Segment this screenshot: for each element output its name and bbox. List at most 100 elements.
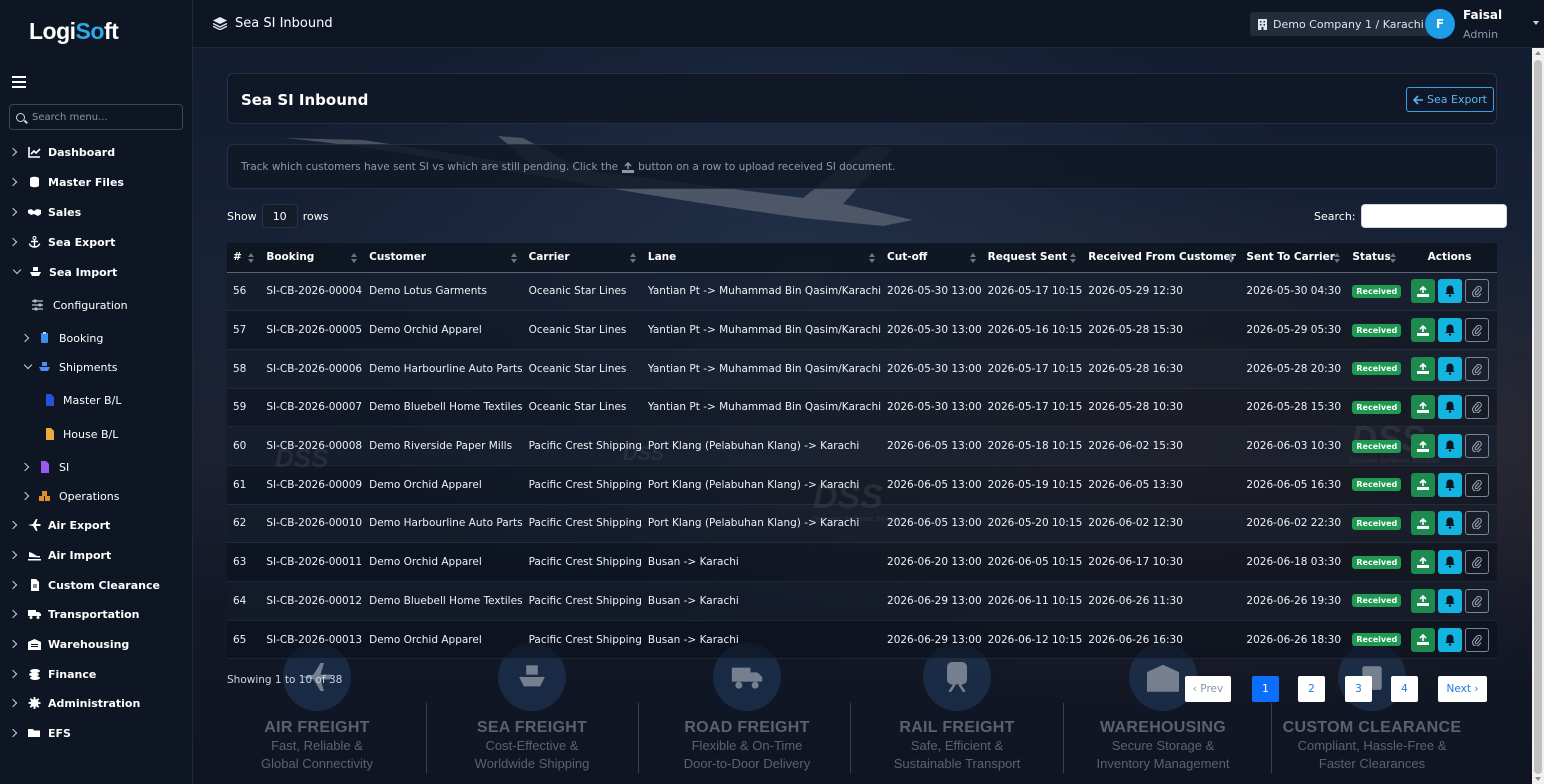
reminder-button[interactable] xyxy=(1437,318,1462,343)
col-header-cutoff[interactable]: Cut-off xyxy=(881,243,982,273)
cell-cutoff: 2026-05-30 13:00 xyxy=(881,349,982,389)
scroll-down-arrow-icon[interactable] xyxy=(1535,777,1541,781)
reminder-button[interactable] xyxy=(1437,395,1462,420)
scrollbar-thumb[interactable] xyxy=(1534,60,1542,774)
col-header-booking[interactable]: Booking xyxy=(260,243,364,273)
reminder-button[interactable] xyxy=(1437,550,1462,575)
sidebar-item-air-import[interactable]: Air Import xyxy=(0,541,193,569)
pagination-page-1[interactable]: 1 xyxy=(1252,676,1279,702)
sidebar-search[interactable] xyxy=(9,104,183,130)
upload-si-button[interactable] xyxy=(1410,627,1435,652)
bell-icon xyxy=(1444,401,1455,414)
attachment-button[interactable] xyxy=(1464,511,1489,536)
upload-si-button[interactable] xyxy=(1410,511,1435,536)
sidebar-item-sea-export[interactable]: Sea Export xyxy=(0,228,193,256)
hamburger-menu-icon[interactable] xyxy=(12,76,26,88)
attachment-button[interactable] xyxy=(1464,318,1489,343)
sidebar-item-label: Air Import xyxy=(48,548,112,562)
reminder-button[interactable] xyxy=(1437,279,1462,304)
sidebar-search-input[interactable] xyxy=(32,111,172,123)
upload-si-button[interactable] xyxy=(1410,279,1435,304)
attachment-button[interactable] xyxy=(1464,550,1489,575)
sidebar-item-booking[interactable]: Booking xyxy=(0,324,193,352)
cell-sent-to-carrier: 2026-06-02 22:30 xyxy=(1240,504,1347,544)
table-search-input[interactable] xyxy=(1360,204,1507,228)
attachment-button[interactable] xyxy=(1464,395,1489,420)
user-name[interactable]: Faisal xyxy=(1463,8,1502,22)
upload-si-button[interactable] xyxy=(1410,588,1435,613)
sidebar-item-operations[interactable]: Operations xyxy=(0,482,193,510)
attachment-button[interactable] xyxy=(1464,434,1489,459)
col-header-carrier[interactable]: Carrier xyxy=(522,243,642,273)
rows-per-page-select[interactable]: 10 xyxy=(261,204,298,228)
sidebar-item-efs[interactable]: EFS xyxy=(0,719,193,747)
attachment-button[interactable] xyxy=(1464,472,1489,497)
upload-icon xyxy=(1416,595,1429,607)
cell-sent-to-carrier: 2026-06-26 18:30 xyxy=(1240,620,1347,660)
reminder-button[interactable] xyxy=(1437,472,1462,497)
sidebar-item-master-files[interactable]: Master Files xyxy=(0,168,193,196)
sidebar-item-finance[interactable]: Finance xyxy=(0,660,193,688)
col-header-status[interactable]: Status xyxy=(1346,243,1403,273)
reminder-button[interactable] xyxy=(1437,627,1462,652)
pagination-page-4[interactable]: 4 xyxy=(1391,676,1418,702)
col-header-customer[interactable]: Customer xyxy=(363,243,523,273)
cell-status: Received xyxy=(1346,581,1403,621)
upload-si-button[interactable] xyxy=(1410,472,1435,497)
service-warehousing: WAREHOUSING Secure Storage & Inventory M… xyxy=(1058,643,1268,773)
sidebar-item-shipments[interactable]: Shipments xyxy=(0,353,193,381)
bell-icon xyxy=(1444,595,1455,607)
sidebar-item-sea-import[interactable]: Sea Import xyxy=(0,258,193,286)
service-name: AIR FREIGHT xyxy=(264,719,370,736)
attachment-button[interactable] xyxy=(1464,279,1489,304)
sidebar-item-transportation[interactable]: Transportation xyxy=(0,600,193,628)
document-icon xyxy=(43,428,56,440)
app-logo[interactable]: Logi So ft xyxy=(0,0,192,62)
sea-export-back-button[interactable]: Sea Export xyxy=(1406,87,1494,112)
attachment-button[interactable] xyxy=(1464,356,1489,381)
table-row: 59 SI-CB-2026-00007 Demo Bluebell Home Tex… xyxy=(227,388,1497,428)
cell-received-from-customer: 2026-05-29 12:30 xyxy=(1082,272,1241,312)
reminder-button[interactable] xyxy=(1437,434,1462,459)
caret-down-icon[interactable] xyxy=(1533,21,1539,25)
upload-si-button[interactable] xyxy=(1410,356,1435,381)
attachment-button[interactable] xyxy=(1464,627,1489,652)
sidebar-item-configuration[interactable]: Configuration xyxy=(0,291,193,319)
sidebar-item-master-bl[interactable]: Master B/L xyxy=(0,386,193,414)
attachment-button[interactable] xyxy=(1464,588,1489,613)
avatar[interactable]: F xyxy=(1425,9,1455,39)
cell-lane: Busan -> Karachi xyxy=(641,620,882,660)
reminder-button[interactable] xyxy=(1437,511,1462,536)
sidebar-item-sales[interactable]: Sales xyxy=(0,198,193,226)
sidebar-item-custom-clearance[interactable]: Custom Clearance xyxy=(0,571,193,599)
col-header-received-from-customer[interactable]: Received From Customer xyxy=(1082,243,1241,273)
sidebar-item-si[interactable]: SI xyxy=(0,453,193,481)
reminder-button[interactable] xyxy=(1437,588,1462,613)
pagination-page-2[interactable]: 2 xyxy=(1298,676,1325,702)
sidebar-item-house-bl[interactable]: House B/L xyxy=(0,420,193,448)
cell-lane: Busan -> Karachi xyxy=(641,581,882,621)
upload-si-button[interactable] xyxy=(1410,318,1435,343)
upload-si-button[interactable] xyxy=(1410,395,1435,420)
sidebar-item-warehousing[interactable]: Warehousing xyxy=(0,630,193,658)
pagination-prev[interactable]: ‹ Prev xyxy=(1185,676,1231,702)
company-selector[interactable]: Demo Company 1 / Karachi xyxy=(1250,12,1432,36)
upload-si-button[interactable] xyxy=(1410,434,1435,459)
col-header-sent-to-carrier[interactable]: Sent To Carrier xyxy=(1240,243,1347,273)
scroll-up-arrow-icon[interactable] xyxy=(1535,51,1541,55)
sidebar-item-dashboard[interactable]: Dashboard xyxy=(0,138,193,166)
upload-si-button[interactable] xyxy=(1410,550,1435,575)
col-header-index[interactable]: # xyxy=(227,243,261,273)
paperclip-icon xyxy=(1471,286,1482,298)
col-header-lane[interactable]: Lane xyxy=(641,243,882,273)
chevron-right-icon xyxy=(8,550,18,560)
pagination-next[interactable]: Next › xyxy=(1438,676,1487,702)
page-scrollbar[interactable] xyxy=(1532,48,1544,784)
sidebar-item-air-export[interactable]: Air Export xyxy=(0,511,193,539)
cell-received-from-customer: 2026-06-26 11:30 xyxy=(1082,581,1241,621)
reminder-button[interactable] xyxy=(1437,356,1462,381)
col-header-request-sent[interactable]: Request Sent xyxy=(981,243,1083,273)
sidebar-item-administration[interactable]: Administration xyxy=(0,689,193,717)
boxes-icon xyxy=(38,490,51,502)
pagination-page-3[interactable]: 3 xyxy=(1345,676,1372,702)
